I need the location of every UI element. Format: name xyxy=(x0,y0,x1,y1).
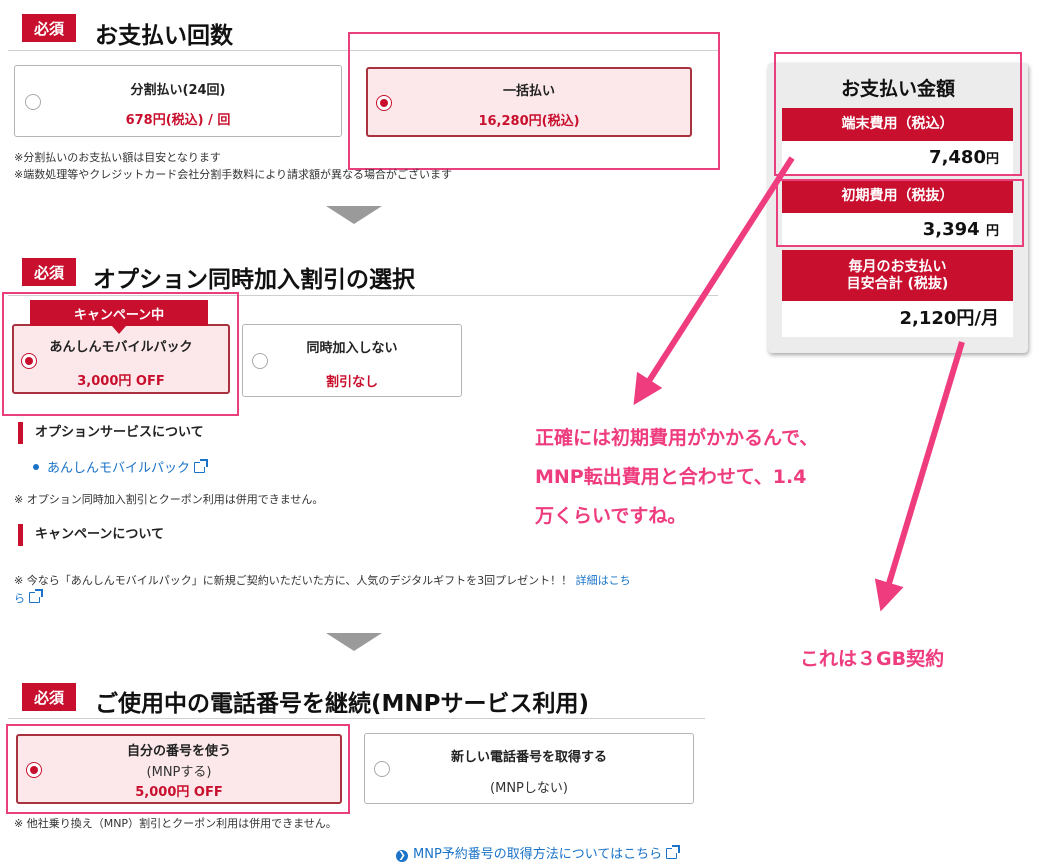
annotation-arrow-monthly xyxy=(874,341,965,612)
annotation-plan-note: これは３GB契約 xyxy=(800,648,945,670)
annotation-arrow-initial-cost xyxy=(633,156,795,406)
annotation-initial-cost-line3: 万くらいですね。 xyxy=(535,505,687,527)
annotation-initial-cost-line1: 正確には初期費用がかかるんで、 xyxy=(535,427,819,449)
annotation-arrows xyxy=(633,156,965,612)
annotation-initial-cost-line2: MNP転出費用と合わせて、1.4 xyxy=(535,466,807,488)
